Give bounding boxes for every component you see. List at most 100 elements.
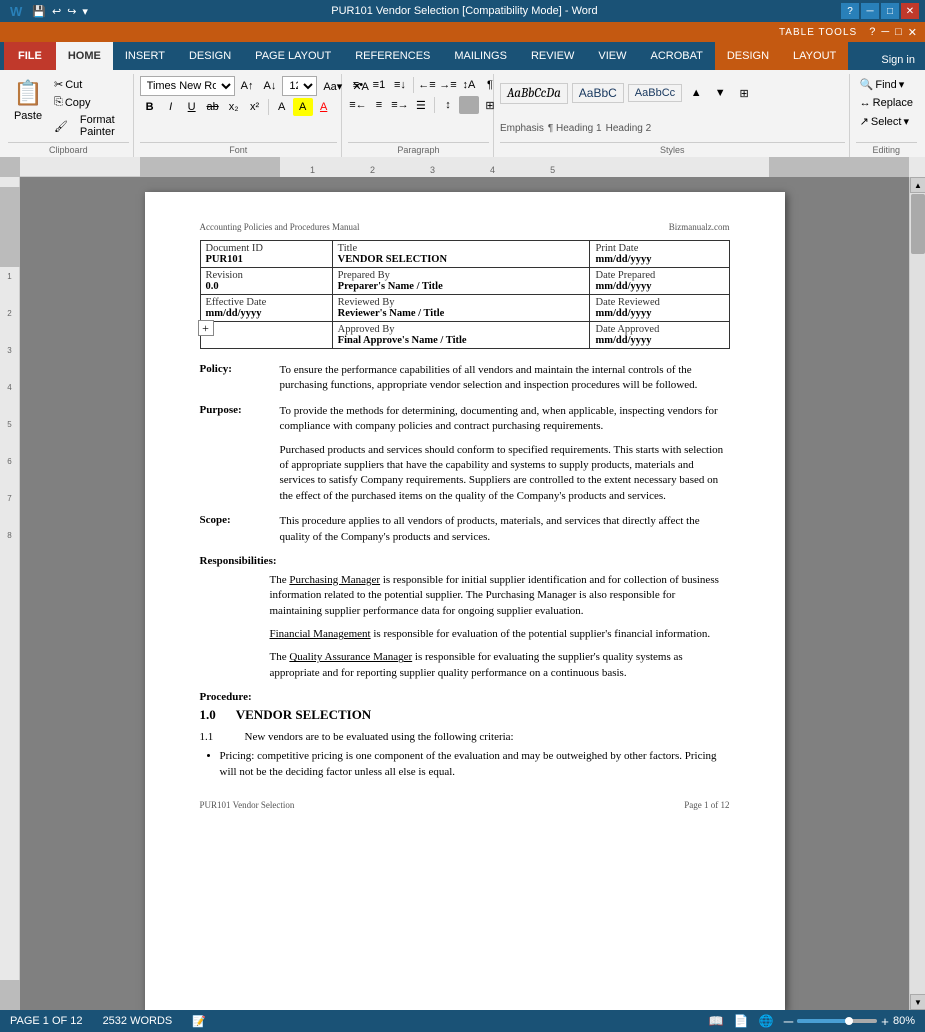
- doc-id-cell: Document ID PUR101: [200, 241, 332, 268]
- scroll-thumb[interactable]: [911, 194, 925, 254]
- strikethrough-button[interactable]: ab: [203, 98, 223, 116]
- word-icon: W: [6, 4, 26, 19]
- shrink-font-button[interactable]: A↓: [259, 78, 280, 94]
- vertical-scrollbar[interactable]: ▲ ▼: [909, 177, 925, 1010]
- copy-button[interactable]: ⎘ Copy: [50, 94, 129, 111]
- font-name-selector[interactable]: Times New Ro: [140, 76, 235, 96]
- format-painter-button[interactable]: 🖌 Format Painter: [50, 112, 129, 140]
- align-center-button[interactable]: ≡: [369, 96, 389, 114]
- underline-button[interactable]: U: [182, 98, 202, 116]
- increase-indent-button[interactable]: →≡: [438, 76, 458, 94]
- styles-expand[interactable]: ⊞: [734, 84, 754, 102]
- sort-button[interactable]: ↕A: [459, 76, 479, 94]
- procedure-label: Procedure:: [200, 691, 730, 703]
- tab-references[interactable]: REFERENCES: [343, 42, 442, 70]
- editing-group: 🔍 Find ▾ ↔ Replace ↗ Select ▾ Editing: [852, 74, 921, 157]
- quick-access-redo[interactable]: ↪: [67, 5, 76, 18]
- help-icon[interactable]: ?: [869, 26, 875, 38]
- zoom-slider[interactable]: [797, 1019, 877, 1023]
- reviewed-by-value: Reviewer's Name / Title: [338, 308, 585, 319]
- page-container[interactable]: Accounting Policies and Procedures Manua…: [20, 177, 909, 1010]
- resp-para-1: The Purchasing Manager is responsible fo…: [270, 573, 730, 619]
- resp-para-3: The Quality Assurance Manager is respons…: [270, 650, 730, 681]
- ribbon: 📋 Paste ✂ Cut ⎘ Copy 🖌 Format Painter Cl…: [0, 70, 925, 157]
- font-color-button[interactable]: A: [314, 98, 334, 116]
- bullets-button[interactable]: ≡•: [348, 76, 368, 94]
- quality-assurance-manager-link: Quality Assurance Manager: [289, 651, 412, 663]
- select-button[interactable]: ↗ Select ▾: [856, 113, 913, 130]
- bullet-item-1: Pricing: competitive pricing is one comp…: [220, 749, 730, 780]
- tab-acrobat[interactable]: ACROBAT: [638, 42, 714, 70]
- footer-left: PUR101 Vendor Selection: [200, 800, 295, 810]
- header-left: Accounting Policies and Procedures Manua…: [200, 222, 360, 232]
- italic-button[interactable]: I: [161, 98, 181, 116]
- zoom-in-button[interactable]: +: [881, 1014, 889, 1029]
- justify-button[interactable]: ☰: [411, 96, 431, 114]
- minimize-button[interactable]: ─: [861, 3, 879, 19]
- font-size-selector[interactable]: 12: [282, 76, 317, 96]
- align-right-button[interactable]: ≡→: [390, 96, 410, 114]
- read-mode-button[interactable]: 📖: [709, 1014, 724, 1028]
- restore-button[interactable]: □: [881, 3, 899, 19]
- tab-mailings[interactable]: MAILINGS: [442, 42, 519, 70]
- styles-scroll-down[interactable]: ▼: [710, 84, 730, 102]
- heading2-style[interactable]: AaBbCc: [628, 84, 682, 102]
- table-row: Document ID PUR101 Title VENDOR SELECTIO…: [200, 241, 729, 268]
- document-page: Accounting Policies and Procedures Manua…: [145, 192, 785, 1010]
- emphasis-style[interactable]: AaBbCcDa: [500, 83, 568, 104]
- print-layout-button[interactable]: 📄: [734, 1014, 749, 1028]
- tab-file[interactable]: FILE: [4, 42, 56, 70]
- tab-page-layout[interactable]: PAGE LAYOUT: [243, 42, 343, 70]
- approved-by-value: Final Approve's Name / Title: [338, 335, 585, 346]
- paste-icon: 📋: [13, 79, 43, 108]
- multilevel-list-button[interactable]: ≡↓: [390, 76, 410, 94]
- date-reviewed-cell: Date Reviewed mm/dd/yyyy: [590, 295, 729, 322]
- scroll-up-button[interactable]: ▲: [910, 177, 925, 193]
- tab-view[interactable]: VIEW: [586, 42, 638, 70]
- tab-layout[interactable]: LAYOUT: [781, 42, 848, 70]
- change-case-button[interactable]: Aa▾: [319, 78, 346, 95]
- tab-insert[interactable]: INSERT: [113, 42, 177, 70]
- shading-button[interactable]: [459, 96, 479, 114]
- superscript-button[interactable]: x²: [245, 98, 265, 116]
- window-minimize-icon[interactable]: ─: [881, 26, 889, 38]
- status-bar: PAGE 1 OF 12 2532 WORDS 📝 📖 📄 🌐 ─ + 80%: [0, 1010, 925, 1032]
- tab-review[interactable]: REVIEW: [519, 42, 586, 70]
- window-restore-icon[interactable]: □: [895, 26, 902, 38]
- scroll-track[interactable]: [910, 193, 925, 994]
- subscript-button[interactable]: x₂: [224, 98, 244, 116]
- grow-font-button[interactable]: A↑: [237, 78, 258, 94]
- decrease-indent-button[interactable]: ←≡: [417, 76, 437, 94]
- header-right: Bizmanualz.com: [669, 222, 730, 232]
- replace-button[interactable]: ↔ Replace: [856, 95, 917, 111]
- text-effects-button[interactable]: A: [272, 98, 292, 116]
- align-left-button[interactable]: ≡←: [348, 96, 368, 114]
- tab-design[interactable]: DESIGN: [177, 42, 243, 70]
- title-cell: Title VENDOR SELECTION: [332, 241, 590, 268]
- document-table: Document ID PUR101 Title VENDOR SELECTIO…: [200, 240, 730, 349]
- styles-scroll-up[interactable]: ▲: [686, 84, 706, 102]
- highlight-button[interactable]: A: [293, 98, 313, 116]
- web-layout-button[interactable]: 🌐: [759, 1014, 774, 1028]
- zoom-out-button[interactable]: ─: [784, 1014, 793, 1029]
- scroll-down-button[interactable]: ▼: [910, 994, 925, 1010]
- sign-in-link[interactable]: Sign in: [871, 50, 925, 70]
- close-button[interactable]: ✕: [901, 3, 919, 19]
- effective-date-cell: Effective Date mm/dd/yyyy: [200, 295, 332, 322]
- quick-access-save[interactable]: 💾: [32, 5, 46, 18]
- window-close-icon[interactable]: ✕: [908, 26, 917, 39]
- quick-access-undo[interactable]: ↩: [52, 5, 61, 18]
- reviewed-by-cell: Reviewed By Reviewer's Name / Title: [332, 295, 590, 322]
- table-add-button[interactable]: +: [198, 320, 214, 336]
- tab-home[interactable]: HOME: [56, 42, 113, 70]
- tab-design2[interactable]: DESIGN: [715, 42, 781, 70]
- numbering-button[interactable]: ≡1: [369, 76, 389, 94]
- line-spacing-button[interactable]: ↕: [438, 96, 458, 114]
- date-reviewed-value: mm/dd/yyyy: [595, 308, 723, 319]
- cut-button[interactable]: ✂ Cut: [50, 76, 129, 93]
- bold-button[interactable]: B: [140, 98, 160, 116]
- heading1-style[interactable]: AaBbC: [572, 83, 624, 103]
- help-button[interactable]: ?: [841, 3, 859, 19]
- paste-button[interactable]: 📋 Paste: [8, 76, 48, 125]
- find-button[interactable]: 🔍 Find ▾: [856, 76, 909, 93]
